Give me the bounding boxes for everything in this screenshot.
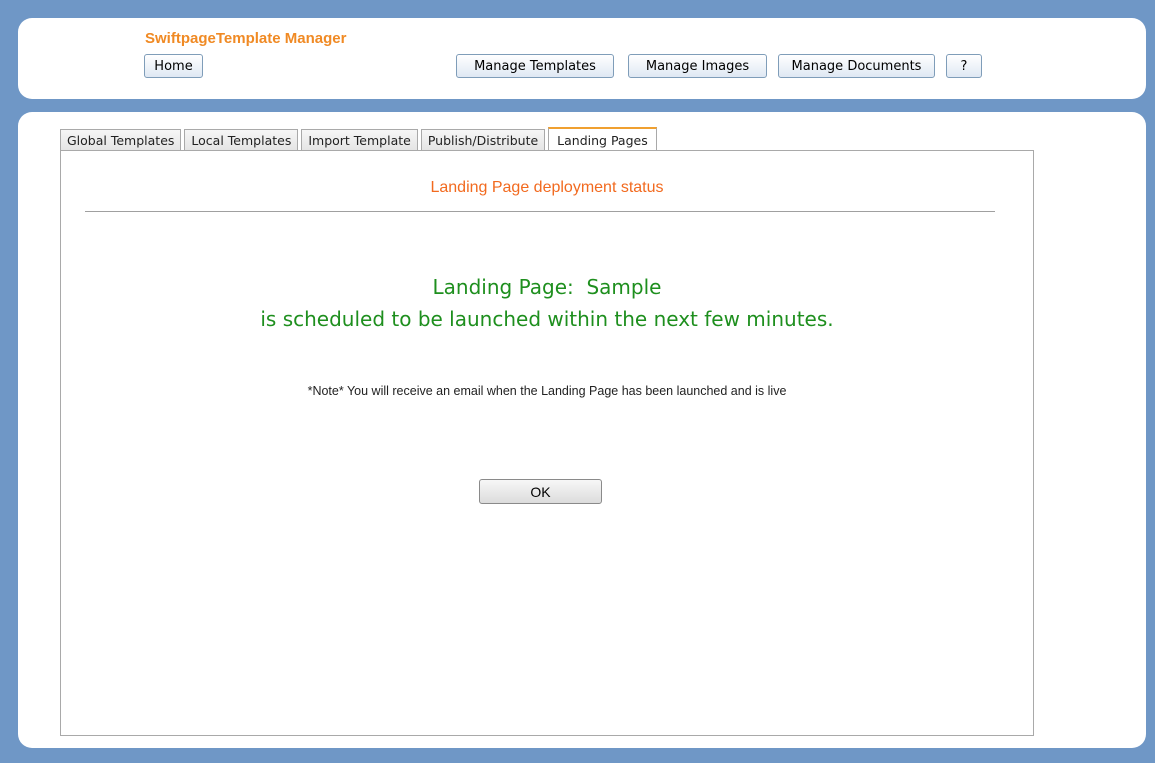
tab-bar: Global Templates Local Templates Import … [60, 126, 660, 152]
landing-pages-content: Landing Page deployment status Landing P… [60, 150, 1034, 736]
tab-local-templates[interactable]: Local Templates [184, 129, 299, 151]
section-title: Landing Page deployment status [430, 179, 664, 196]
tab-global-templates[interactable]: Global Templates [60, 129, 182, 151]
help-button[interactable]: ? [946, 54, 982, 78]
tab-import-template[interactable]: Import Template [301, 129, 418, 151]
manage-documents-button[interactable]: Manage Documents [778, 54, 935, 78]
status-line-1: Landing Page: Sample [432, 275, 662, 299]
header-panel: SwiftpageTemplate Manager Home Manage Te… [18, 18, 1146, 99]
ok-button[interactable]: OK [479, 479, 602, 504]
tab-publish-distribute[interactable]: Publish/Distribute [420, 129, 546, 151]
app-title: SwiftpageTemplate Manager [145, 30, 347, 47]
manage-templates-button[interactable]: Manage Templates [456, 54, 614, 78]
divider [85, 211, 995, 212]
tab-landing-pages[interactable]: Landing Pages [548, 127, 657, 152]
status-line-2: is scheduled to be launched within the n… [260, 307, 834, 331]
manage-images-button[interactable]: Manage Images [628, 54, 767, 78]
main-panel: Global Templates Local Templates Import … [18, 112, 1146, 748]
note-text: *Note* You will receive an email when th… [307, 384, 787, 398]
home-button[interactable]: Home [144, 54, 203, 78]
